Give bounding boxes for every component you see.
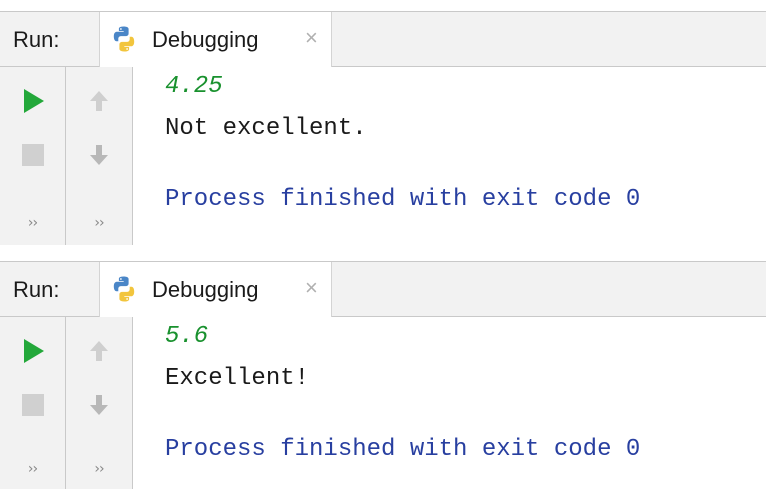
arrow-down-icon [90, 395, 108, 415]
run-label: Run: [13, 277, 60, 302]
run-window: Run: Debugging × ›› [0, 11, 766, 245]
scroll-up-button[interactable] [66, 81, 132, 121]
tab-close-icon[interactable]: × [305, 277, 318, 299]
arrow-up-icon [90, 91, 108, 111]
toolbar-left: ›› [0, 67, 66, 245]
play-icon [23, 89, 44, 113]
console-user-input: 5.6 [165, 323, 209, 350]
tab-label: Debugging [152, 27, 259, 52]
console-user-input: 4.25 [165, 73, 223, 100]
toolbar-right: ›› [66, 67, 133, 245]
console-output-line: Not excellent. [165, 115, 367, 142]
more-button[interactable]: ›› [0, 203, 65, 243]
console-output[interactable]: 4.25 Not excellent. Process finished wit… [133, 67, 766, 245]
stop-button[interactable] [0, 135, 65, 175]
scroll-up-button[interactable] [66, 331, 132, 371]
scroll-down-button[interactable] [66, 135, 132, 175]
tab-close-icon[interactable]: × [305, 27, 318, 49]
more-icon: ›› [27, 215, 38, 231]
console-output-line: Excellent! [165, 365, 310, 392]
python-icon [113, 276, 135, 302]
scroll-down-button[interactable] [66, 385, 132, 425]
play-icon [23, 339, 44, 363]
console-output[interactable]: 5.6 Excellent! Process finished with exi… [133, 317, 766, 489]
rerun-button[interactable] [0, 331, 65, 371]
more-button[interactable]: ›› [66, 203, 132, 243]
arrow-down-icon [90, 145, 108, 165]
run-label: Run: [13, 27, 60, 52]
tab-debugging[interactable]: Debugging × [99, 262, 332, 317]
more-button[interactable]: ›› [66, 449, 132, 489]
console-process-line: Process finished with exit code 0 [165, 436, 641, 463]
tab-debugging[interactable]: Debugging × [99, 12, 332, 67]
python-icon [113, 26, 135, 52]
more-icon: ›› [27, 461, 38, 477]
more-icon: ›› [94, 461, 104, 477]
tab-label: Debugging [152, 277, 259, 302]
arrow-up-icon [90, 341, 108, 361]
stop-icon [21, 394, 44, 416]
stop-icon [21, 144, 44, 166]
console-process-line: Process finished with exit code 0 [165, 186, 641, 213]
rerun-button[interactable] [0, 81, 65, 121]
stop-button[interactable] [0, 385, 65, 425]
more-button[interactable]: ›› [0, 449, 65, 489]
toolbar-left: ›› [0, 317, 66, 489]
more-icon: ›› [94, 215, 104, 231]
toolbar-right: ›› [66, 317, 133, 489]
run-window: Run: Debugging × ›› [0, 261, 766, 489]
run-header: Run: Debugging × [0, 11, 766, 67]
run-header: Run: Debugging × [0, 261, 766, 317]
